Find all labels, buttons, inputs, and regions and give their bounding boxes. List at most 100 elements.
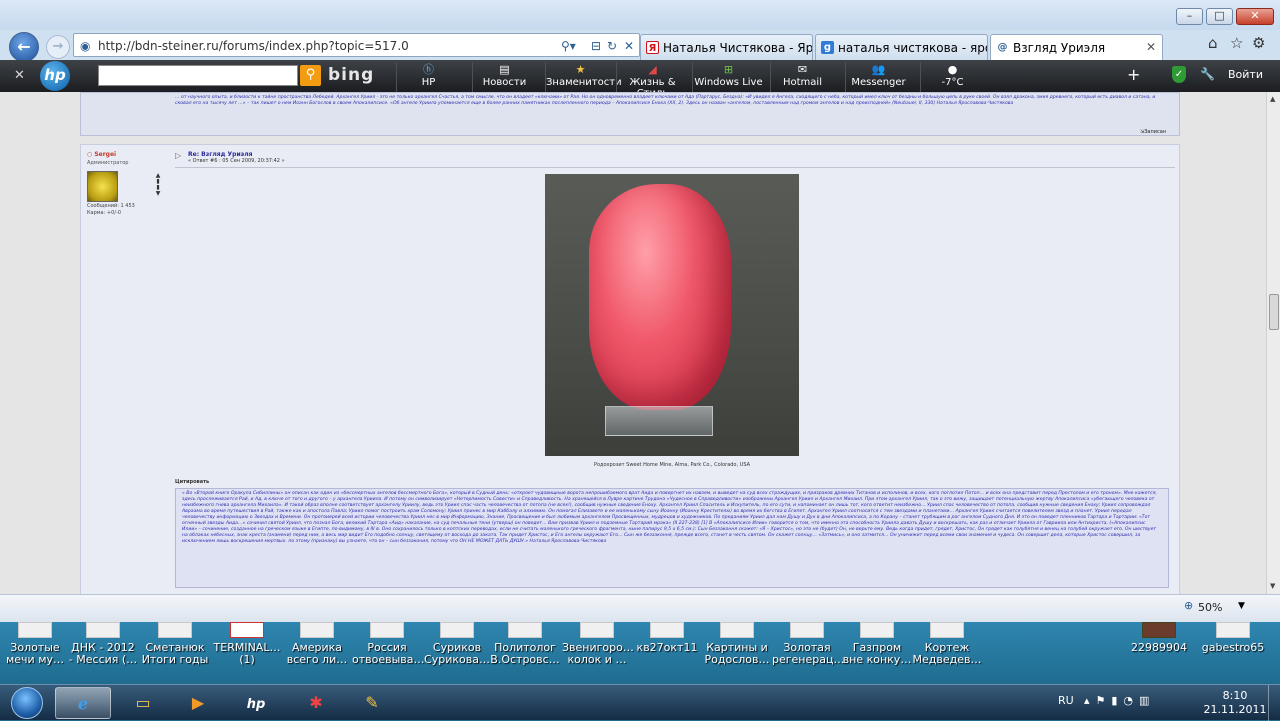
taskbar: ℯ ▭ ▶ hp ✱ ✎ RU ▴⚑▮◔▥ 8:10 21.11.2011	[0, 684, 1280, 721]
bing-search-input[interactable]	[98, 65, 298, 86]
taskbar-ie[interactable]: ℯ	[55, 687, 111, 719]
system-tray: RU ▴⚑▮◔▥ 8:10 21.11.2011	[1050, 685, 1280, 721]
tray-icons[interactable]: ▴⚑▮◔▥	[1084, 694, 1155, 707]
windows-icon: ⊞	[723, 63, 734, 76]
back-button[interactable]: ←	[9, 32, 39, 62]
rhodochrosite-photo	[545, 174, 799, 456]
refresh-icon[interactable]: ↻	[607, 39, 617, 53]
author-name-text: Sergei	[94, 151, 117, 158]
document-icon	[790, 622, 824, 638]
desktop-icon[interactable]: Политолог В.Островс…	[490, 622, 560, 684]
favorites-star-icon[interactable]: ☆	[1230, 34, 1243, 52]
tab-active[interactable]: @ Взгляд Уриэля ✕	[990, 34, 1163, 60]
desktop-icon-label: Политолог В.Островс…	[490, 641, 560, 666]
maximize-button[interactable]: □	[1206, 8, 1233, 25]
search-icon[interactable]: ⚲▾	[561, 39, 576, 53]
recorded-link[interactable]: ⇲Записан	[1140, 129, 1166, 135]
quote-text: « Во «Второй книге Оракула Сибиллины» он…	[182, 491, 1157, 544]
start-button[interactable]	[4, 685, 50, 721]
desktop-icon[interactable]: Сметанюк Итоги годы	[140, 622, 210, 684]
scroll-up-arrow[interactable]: ▲	[1270, 95, 1275, 103]
paint-palette-icon: ✎	[365, 693, 379, 712]
desktop-icon[interactable]: Золотая регенерац…	[772, 622, 844, 684]
desktop-icon[interactable]: Газпром вне конку…	[842, 622, 912, 684]
desktop-icon[interactable]: ДНК - 2012 - Мессия (…	[68, 622, 138, 684]
show-desktop-button[interactable]	[1268, 685, 1280, 721]
desktop-icon[interactable]: 22989904	[1124, 622, 1194, 684]
hp-icon: ⓗ	[423, 63, 434, 76]
clock-time: 8:10	[1222, 689, 1248, 702]
desktop-icon[interactable]: Кортеж Медведев…	[912, 622, 982, 684]
clock[interactable]: 8:10 21.11.2011	[1200, 689, 1270, 717]
desktop-icon[interactable]: Суриков Сурикова…	[422, 622, 492, 684]
author-name[interactable]: ○ Sergei	[87, 151, 167, 158]
forward-button[interactable]: →	[46, 35, 70, 59]
desktop-icon[interactable]: Звенигоро… колок и …	[562, 622, 634, 684]
document-icon	[930, 622, 964, 638]
vertical-scrollbar[interactable]: ▲ ▼	[1266, 92, 1280, 594]
zoom-level[interactable]: 50%	[1198, 601, 1222, 614]
site-icon: @	[997, 42, 1008, 53]
language-indicator[interactable]: RU	[1058, 694, 1074, 707]
hp-item-label: HP	[421, 77, 436, 88]
desktop-icon[interactable]: Золотые мечи му…	[0, 622, 70, 684]
tab-yandex[interactable]: Я Наталья Чистякова - Ярос…	[640, 34, 813, 60]
desktop-icon[interactable]: Россия отвоевыва…	[352, 622, 425, 684]
folder-icon: ▭	[135, 693, 151, 712]
taskbar-app[interactable]: ✱	[288, 687, 344, 719]
tab-google[interactable]: g наталья чистякова - яросл…	[815, 34, 988, 60]
url-text: http://bdn-steiner.ru/forums/index.php?t…	[98, 39, 409, 53]
desktop-icon-label: gabestro65	[1201, 641, 1265, 654]
desktop-icon-label: Суриков Сурикова…	[424, 641, 490, 666]
desktop-icon[interactable]: кв27окт11	[632, 622, 702, 684]
hp-item-windows-live[interactable]: ⊞ Windows Live	[692, 62, 764, 92]
hp-item-label: Hotmail	[783, 77, 822, 88]
desktop-icon[interactable]: Картины и Родослов…	[702, 622, 772, 684]
taskbar-hp[interactable]: hp	[228, 687, 284, 719]
media-player-icon: ▶	[191, 693, 205, 712]
google-icon: g	[821, 41, 834, 54]
karma-scroll-control[interactable]: ▲ ▮ ▮ ▼	[154, 173, 162, 197]
taskbar-media-player[interactable]: ▶	[170, 687, 226, 719]
document-icon	[300, 622, 334, 638]
taskbar-explorer[interactable]: ▭	[115, 687, 171, 719]
address-bar[interactable]: ◉ http://bdn-steiner.ru/forums/index.php…	[73, 33, 640, 57]
document-icon	[86, 622, 120, 638]
scrollbar-thumb[interactable]	[1269, 294, 1279, 330]
hp-item-messenger[interactable]: 👥 Messenger	[845, 62, 911, 92]
crystal-shape	[589, 184, 731, 410]
hp-item-hotmail[interactable]: ✉ Hotmail	[770, 62, 834, 92]
taskbar-paint[interactable]: ✎	[344, 687, 400, 719]
desktop-icon[interactable]: TERMINAL… (1)	[212, 622, 282, 684]
minimize-button[interactable]: –	[1176, 8, 1203, 25]
compatibility-icon[interactable]: ⊟	[591, 39, 601, 53]
scroll-down-arrow[interactable]: ▼	[1270, 582, 1275, 590]
hp-logo[interactable]: hp	[40, 61, 70, 91]
document-icon	[440, 622, 474, 638]
previous-post-text: … от научного опыта, и близости к тайне …	[175, 95, 1156, 106]
shield-icon[interactable]: ✓	[1172, 66, 1186, 83]
hp-item-hp[interactable]: ⓗ HP	[396, 62, 460, 92]
photo-caption: Родохрозит Sweet Home Mine, Alma, Park C…	[593, 462, 751, 468]
hp-item-weather[interactable]: ● -7°C	[920, 62, 984, 92]
tab-close-icon[interactable]: ✕	[1146, 40, 1156, 54]
hp-item-lifestyle[interactable]: ◢Жизнь & Стиль	[616, 62, 688, 99]
desktop-icon-label: 22989904	[1131, 641, 1187, 654]
desktop-icon[interactable]: gabestro65	[1196, 622, 1270, 684]
hp-item-celebrities[interactable]: ★ Знаменитости	[545, 62, 622, 92]
toolbar-close-icon[interactable]: ✕	[14, 68, 25, 83]
add-icon[interactable]: +	[1127, 65, 1140, 84]
hp-icon: hp	[246, 697, 266, 712]
close-button[interactable]: ✕	[1236, 8, 1274, 25]
post-subject[interactable]: Re: Взгляд Уриэля	[188, 151, 252, 158]
desktop-icon[interactable]: Америка всего ли…	[282, 622, 352, 684]
wrench-icon[interactable]: 🔧	[1200, 67, 1215, 81]
gear-icon[interactable]: ⚙	[1252, 34, 1265, 52]
home-icon[interactable]: ⌂	[1208, 34, 1218, 52]
search-button[interactable]: ⚲	[300, 65, 321, 86]
zoom-dropdown-icon[interactable]: ▼	[1238, 601, 1245, 611]
hp-item-news[interactable]: ▤ Новости	[472, 62, 536, 92]
stop-icon[interactable]: ✕	[624, 39, 634, 53]
quote-label: Цитировать	[175, 479, 210, 485]
login-button[interactable]: Войти	[1228, 68, 1263, 81]
